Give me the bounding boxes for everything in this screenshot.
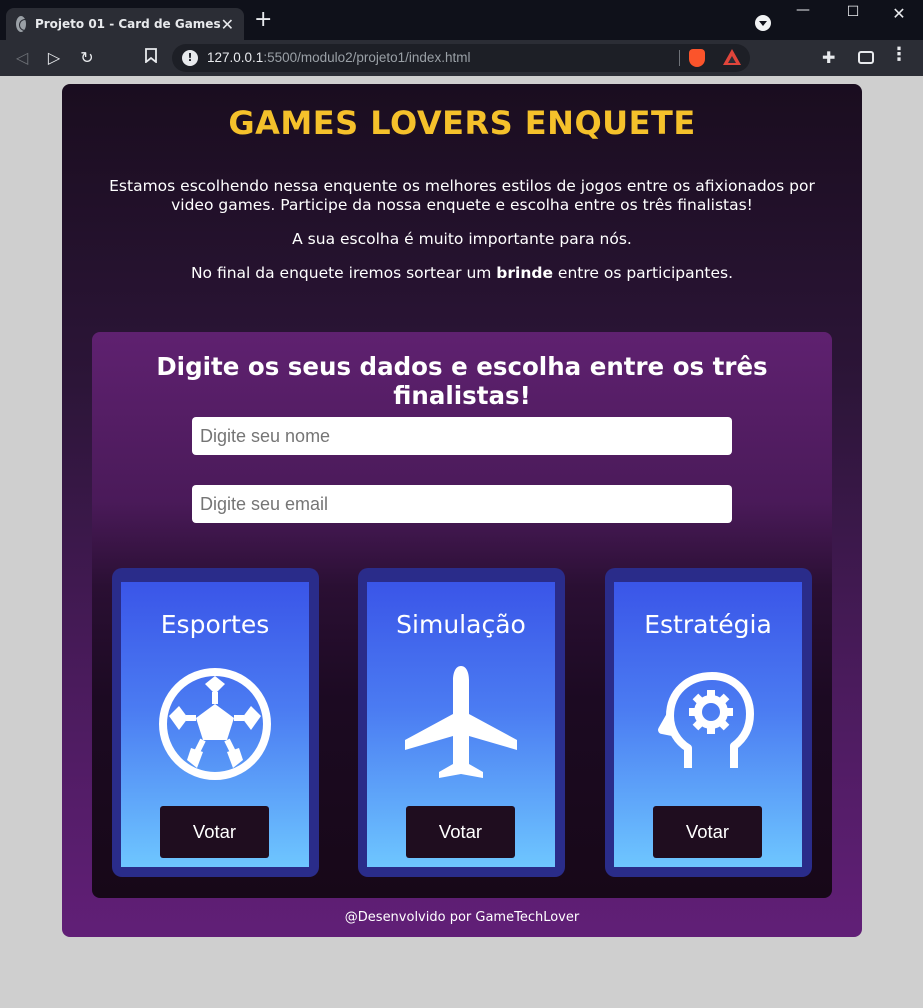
page-viewport: GAMES LOVERS ENQUETE Estamos escolhendo … — [0, 76, 923, 1008]
browser-toolbar: ◁ ▷ ↻ ! 127.0.0.1:5500/modulo2/projeto1/… — [0, 40, 923, 76]
email-input[interactable] — [192, 485, 732, 523]
vote-button-simulacao[interactable]: Votar — [406, 806, 515, 858]
footer-credit: @Desenvolvido por GameTechLover — [344, 910, 580, 925]
soccer-ball-icon — [159, 668, 271, 780]
card-title: Esportes — [160, 610, 270, 639]
vote-card-simulacao: Simulação Votar — [358, 568, 565, 877]
close-window-button[interactable]: ✕ — [884, 4, 914, 23]
wallet-icon[interactable] — [858, 51, 874, 64]
card-title: Estratégia — [644, 610, 772, 639]
airplane-icon — [405, 666, 517, 778]
minimize-button[interactable]: — — [788, 2, 818, 18]
info-icon[interactable]: ! — [182, 50, 198, 66]
name-input[interactable] — [192, 417, 732, 455]
card-title: Simulação — [396, 610, 526, 639]
main-card: GAMES LOVERS ENQUETE Estamos escolhendo … — [62, 84, 862, 937]
vote-card-estrategia: Estratégia Votar — [605, 568, 812, 877]
intro-text: Estamos escolhendo nessa enquente os mel… — [102, 177, 822, 298]
vote-card-esportes: Esportes Votar — [112, 568, 319, 877]
vote-form-panel: Digite os seus dados e escolha entre os … — [92, 332, 832, 898]
brave-rewards-icon[interactable] — [723, 49, 741, 65]
new-tab-button[interactable]: + — [254, 9, 272, 31]
brave-shield-icon[interactable] — [689, 49, 705, 67]
maximize-button[interactable]: ☐ — [838, 4, 868, 20]
tab-search-icon[interactable] — [755, 15, 771, 31]
menu-icon[interactable]: ⋮ — [890, 46, 908, 64]
form-heading: Digite os seus dados e escolha entre os … — [156, 352, 768, 410]
globe-icon — [16, 16, 31, 32]
tab-title: Projeto 01 - Card de Games — [34, 17, 221, 31]
intro-paragraph-2: A sua escolha é muito importante para nó… — [292, 230, 632, 248]
address-bar[interactable]: ! 127.0.0.1:5500/modulo2/projeto1/index.… — [172, 44, 750, 72]
browser-tab[interactable]: Projeto 01 - Card de Games ✕ — [6, 8, 244, 40]
url-text[interactable]: 127.0.0.1:5500/modulo2/projeto1/index.ht… — [207, 50, 470, 65]
browser-tab-strip: Projeto 01 - Card de Games ✕ + — ☐ ✕ — [0, 0, 923, 40]
card-body: Estratégia Votar — [614, 582, 802, 867]
intro-paragraph-1: Estamos escolhendo nessa enquente os mel… — [109, 177, 815, 214]
forward-icon[interactable]: ▷ — [44, 48, 64, 67]
vote-button-esportes[interactable]: Votar — [160, 806, 269, 858]
brinde-highlight: brinde — [496, 264, 553, 282]
close-tab-icon[interactable]: ✕ — [221, 15, 234, 34]
card-body: Esportes Votar — [121, 582, 309, 867]
vote-button-estrategia[interactable]: Votar — [653, 806, 762, 858]
divider — [679, 50, 680, 66]
reload-icon[interactable]: ↻ — [77, 48, 97, 67]
intro-paragraph-3: No final da enquete iremos sortear um br… — [190, 264, 734, 282]
extensions-icon[interactable]: ✚ — [822, 48, 835, 67]
head-gear-icon — [658, 672, 754, 768]
back-icon[interactable]: ◁ — [12, 48, 32, 67]
bookmark-icon[interactable] — [141, 48, 161, 67]
card-body: Simulação Votar — [367, 582, 555, 867]
page-title: GAMES LOVERS ENQUETE — [228, 104, 696, 142]
